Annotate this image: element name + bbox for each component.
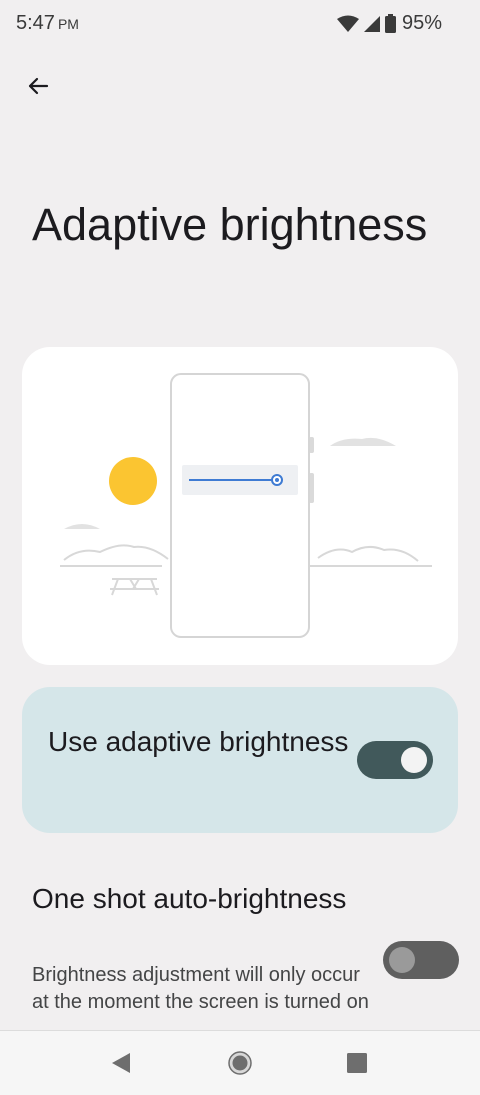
signal-icon: [363, 15, 380, 32]
use-adaptive-brightness-toggle[interactable]: Use adaptive brightness: [22, 687, 458, 833]
status-icons: 95%: [336, 12, 442, 35]
switch-thumb: [389, 947, 415, 973]
one-shot-summary: Brightness adjustment will only occur at…: [32, 964, 369, 1013]
wifi-icon: [336, 15, 359, 32]
toggle-label: Use adaptive brightness: [48, 726, 349, 757]
switch-thumb: [401, 747, 427, 773]
battery-percent: 95%: [401, 12, 442, 34]
battery-icon: [384, 14, 396, 33]
adaptive-brightness-switch[interactable]: [357, 741, 433, 779]
brightness-illustration: [22, 347, 458, 665]
nav-back-icon[interactable]: [110, 1051, 134, 1075]
page-title: Adaptive brightness: [32, 199, 428, 250]
nav-home-icon[interactable]: [228, 1051, 252, 1075]
one-shot-title: One shot auto-brightness: [32, 883, 347, 914]
arrow-back-icon: [28, 77, 49, 95]
clock-ampm: PM: [57, 16, 79, 32]
back-button[interactable]: [16, 64, 60, 108]
nav-recents-icon[interactable]: [345, 1051, 369, 1075]
navigation-bar: [0, 1030, 480, 1095]
one-shot-switch[interactable]: [383, 941, 459, 979]
status-time: 5:47 PM: [16, 12, 79, 35]
clock: 5:47: [16, 12, 55, 34]
status-bar: 5:47 PM 95%: [0, 0, 480, 48]
